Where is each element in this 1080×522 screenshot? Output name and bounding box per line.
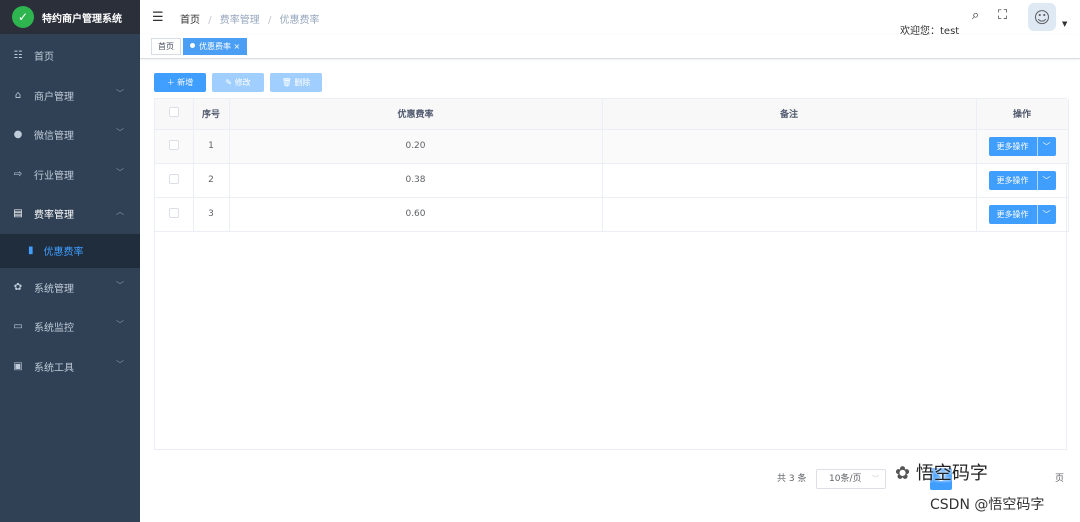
wechat-watermark: ✿ 悟空码字 bbox=[895, 463, 988, 484]
settings-icon: ✿ bbox=[13, 281, 23, 293]
add-button[interactable]: ＋ 新增 bbox=[154, 73, 206, 92]
app-logo[interactable]: ✓ 特约商户管理系统 bbox=[0, 0, 140, 34]
column-header: 备注 bbox=[602, 99, 977, 130]
edit-button[interactable]: ✎ 修改 bbox=[212, 73, 264, 92]
sidebar-item-label: 商户管理 bbox=[34, 91, 74, 103]
row-index: 3 bbox=[193, 197, 230, 232]
column-header: 优惠费率 bbox=[229, 99, 603, 130]
sidebar-item-industry[interactable]: ⇨ 行业管理 ﹀ bbox=[0, 155, 140, 195]
chevron-down-icon: ﹀ bbox=[116, 167, 124, 177]
search-icon[interactable]: ⌕ bbox=[972, 8, 979, 23]
tags-view: 首页 优惠费率 × bbox=[140, 35, 1080, 59]
industry-icon: ⇨ bbox=[13, 168, 23, 180]
row-index: 1 bbox=[193, 129, 230, 164]
active-dot-icon bbox=[190, 43, 195, 48]
more-actions-button[interactable]: 更多操作 ﹀ bbox=[988, 136, 1056, 156]
sidebar: ✓ 特约商户管理系统 ☷ 首页 ⌂ 商户管理 ﹀ ● 微信管理 ﹀ ⇨ 行业管理… bbox=[0, 0, 140, 522]
fullscreen-icon[interactable]: ⛶ bbox=[998, 8, 1007, 23]
chevron-down-icon: ﹀ bbox=[116, 88, 124, 98]
sidebar-item-tools[interactable]: ▣ 系统工具 ﹀ bbox=[0, 347, 140, 387]
wechat-icon: ● bbox=[13, 129, 23, 141]
column-header: 序号 bbox=[193, 99, 230, 130]
sidebar-item-monitor[interactable]: ▭ 系统监控 ﹀ bbox=[0, 307, 140, 347]
row-rate: 0.38 bbox=[229, 163, 603, 198]
row-remark bbox=[602, 197, 977, 232]
pagination-suffix: 页 bbox=[1055, 474, 1065, 484]
row-remark bbox=[602, 129, 977, 164]
csdn-watermark: CSDN @悟空码字 bbox=[930, 497, 1045, 513]
wechat-watermark-icon: ✿ bbox=[895, 463, 911, 484]
sidebar-item-label: 首页 bbox=[34, 52, 54, 64]
sidebar-item-label: 优惠费率 bbox=[43, 247, 84, 258]
row-rate: 0.60 bbox=[229, 197, 603, 232]
table-row[interactable]: 2 0.38 更多操作 ﹀ bbox=[155, 163, 1069, 198]
more-actions-button[interactable]: 更多操作 ﹀ bbox=[988, 170, 1056, 190]
pagination-total: 共 3 条 bbox=[777, 474, 807, 484]
page-size-select[interactable]: 10条/页 ﹀ bbox=[816, 469, 886, 489]
breadcrumb-rate[interactable]: 费率管理 bbox=[220, 15, 260, 26]
app-title: 特约商户管理系统 bbox=[42, 13, 122, 25]
sidebar-item-rate[interactable]: ▤ 费率管理 ︿ bbox=[0, 194, 140, 234]
sidebar-item-merchant[interactable]: ⌂ 商户管理 ﹀ bbox=[0, 76, 140, 116]
breadcrumb-current: 优惠费率 bbox=[279, 15, 320, 26]
chevron-down-icon: ﹀ bbox=[116, 320, 124, 329]
discount-rate-icon: ▮ bbox=[28, 245, 34, 256]
caret-down-icon[interactable]: ▼ bbox=[1062, 20, 1067, 28]
sidebar-item-home[interactable]: ☷ 首页 bbox=[0, 36, 140, 76]
sidebar-item-label: 微信管理 bbox=[34, 131, 74, 143]
table-row[interactable]: 1 0.20 更多操作 ﹀ bbox=[155, 129, 1069, 164]
chevron-down-icon[interactable]: ﹀ bbox=[1038, 137, 1056, 156]
monitor-icon: ▭ bbox=[13, 321, 23, 333]
select-all-checkbox[interactable] bbox=[168, 107, 179, 118]
dashboard-icon: ☷ bbox=[13, 50, 23, 62]
table-row[interactable]: 3 0.60 更多操作 ﹀ bbox=[155, 197, 1069, 232]
sidebar-item-label: 系统管理 bbox=[34, 283, 74, 295]
chevron-down-icon: ﹀ bbox=[872, 475, 879, 483]
chevron-down-icon[interactable]: ﹀ bbox=[1038, 171, 1056, 190]
tag-discount-rate[interactable]: 优惠费率 × bbox=[183, 38, 248, 55]
table-header-row: 序号 优惠费率 备注 操作 bbox=[155, 99, 1069, 130]
navbar: ☰ 首页 / 费率管理 / 优惠费率 欢迎您：test ⌕ ⛶ ☺ ▼ bbox=[140, 0, 1080, 37]
chevron-down-icon: ﹀ bbox=[116, 128, 124, 137]
sidebar-item-system[interactable]: ✿ 系统管理 ﹀ bbox=[0, 268, 140, 308]
chevron-down-icon: ﹀ bbox=[116, 280, 124, 290]
chevron-up-icon: ︿ bbox=[116, 207, 124, 216]
row-rate: 0.20 bbox=[229, 129, 603, 164]
sidebar-item-label: 系统监控 bbox=[34, 323, 74, 335]
avatar[interactable]: ☺ bbox=[1028, 3, 1056, 31]
chevron-down-icon[interactable]: ﹀ bbox=[1038, 205, 1056, 224]
breadcrumb-home[interactable]: 首页 bbox=[180, 15, 200, 26]
sidebar-item-discount-rate[interactable]: ▮ 优惠费率 bbox=[0, 233, 140, 268]
row-index: 2 bbox=[193, 163, 230, 198]
shop-icon: ⌂ bbox=[14, 89, 22, 101]
data-table: 序号 优惠费率 备注 操作 1 0.20 更多操作 ﹀ 2 0.38 更多操作 … bbox=[154, 98, 1069, 450]
column-header: 操作 bbox=[976, 99, 1069, 130]
row-remark bbox=[602, 163, 977, 198]
sidebar-item-wechat[interactable]: ● 微信管理 ﹀ bbox=[0, 115, 140, 155]
toolbox-icon: ▣ bbox=[13, 360, 23, 372]
row-checkbox[interactable] bbox=[168, 139, 179, 150]
sidebar-item-label: 行业管理 bbox=[34, 170, 74, 182]
wechat-logo-icon: ✓ bbox=[12, 6, 34, 28]
sidebar-item-label: 费率管理 bbox=[34, 210, 74, 222]
more-actions-button[interactable]: 更多操作 ﹀ bbox=[988, 204, 1056, 224]
delete-button[interactable]: 🗑 删除 bbox=[270, 73, 322, 92]
sidebar-item-label: 系统工具 bbox=[34, 362, 74, 374]
breadcrumb: 首页 / 费率管理 / 优惠费率 bbox=[180, 15, 320, 26]
hamburger-icon[interactable]: ☰ bbox=[152, 10, 164, 25]
rate-icon: ▤ bbox=[13, 208, 23, 220]
row-checkbox[interactable] bbox=[168, 173, 179, 184]
chevron-down-icon: ﹀ bbox=[116, 359, 124, 369]
row-checkbox[interactable] bbox=[168, 207, 179, 218]
tag-home[interactable]: 首页 bbox=[151, 38, 181, 55]
